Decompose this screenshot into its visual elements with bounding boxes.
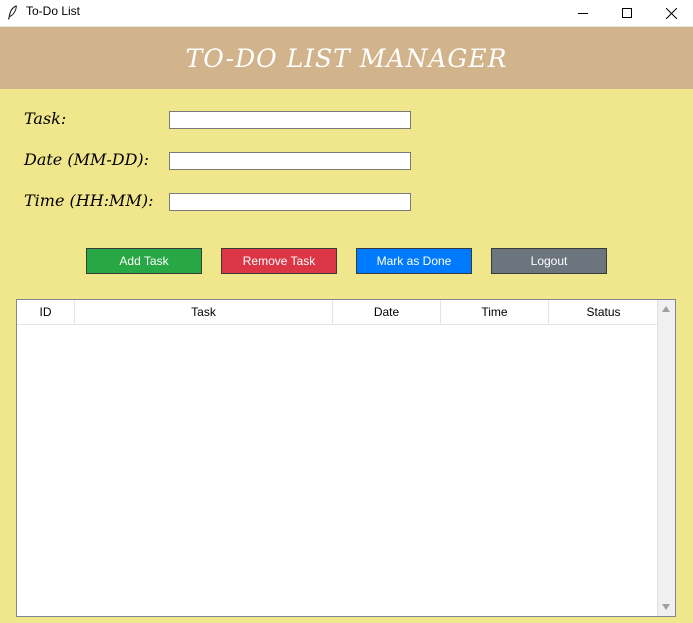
scroll-up-icon[interactable] [662,306,670,312]
task-input[interactable] [169,111,411,129]
column-header-date[interactable]: Date [333,300,441,324]
header-banner: TO-DO LIST MANAGER [0,27,693,89]
minimize-button[interactable] [561,0,605,26]
remove-task-button[interactable]: Remove Task [221,248,337,274]
mark-done-button[interactable]: Mark as Done [356,248,472,274]
time-input[interactable] [169,193,411,211]
window-titlebar: To-Do List [0,0,693,27]
task-table[interactable]: ID Task Date Time Status [16,299,676,617]
column-header-id[interactable]: ID [17,300,75,324]
table-header: ID Task Date Time Status [17,300,658,325]
maximize-button[interactable] [605,0,649,26]
add-task-button[interactable]: Add Task [86,248,202,274]
window-title: To-Do List [26,4,81,18]
maximize-icon [622,8,632,18]
date-input[interactable] [169,152,411,170]
date-label: Date (MM-DD): [24,150,150,169]
scroll-down-icon[interactable] [662,604,670,610]
vertical-scrollbar[interactable] [657,300,675,616]
time-label: Time (HH:MM): [24,191,154,210]
feather-icon [7,5,17,20]
column-header-time[interactable]: Time [441,300,549,324]
page-title: TO-DO LIST MANAGER [185,43,508,73]
close-button[interactable] [649,0,693,26]
task-label: Task: [24,109,67,128]
column-header-task[interactable]: Task [75,300,333,324]
minimize-icon [578,13,588,14]
logout-button[interactable]: Logout [491,248,607,274]
column-header-status[interactable]: Status [549,300,658,324]
close-icon [665,7,677,19]
